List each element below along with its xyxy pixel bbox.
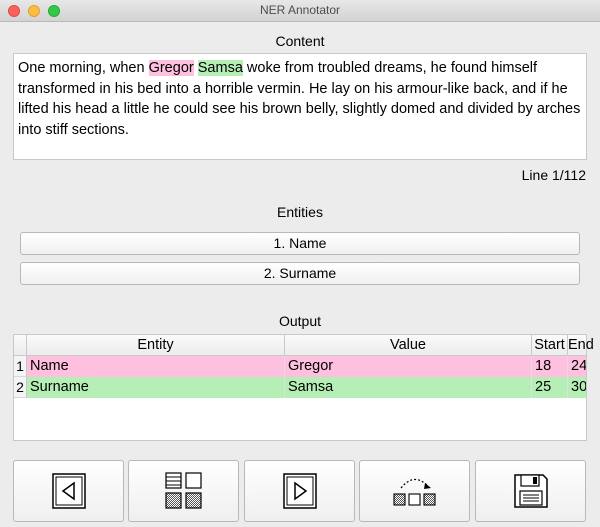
next-icon	[282, 473, 317, 509]
output-table: Entity Value Start End 1 Name Gregor 18 …	[13, 334, 594, 441]
app-window: NER Annotator Content One morning, when …	[0, 0, 600, 527]
table-row[interactable]: 1 Name Gregor 18 24	[14, 356, 586, 377]
entity-button-surname[interactable]: 2. Surname	[20, 262, 580, 285]
cell-end: 24	[568, 356, 586, 377]
cell-start: 18	[532, 356, 568, 377]
column-header-end[interactable]: End	[568, 335, 594, 356]
line-status: Line 1/112	[521, 167, 586, 183]
cell-value: Gregor	[285, 356, 532, 377]
table-header: Entity Value Start End	[14, 335, 594, 356]
header-corner	[14, 335, 27, 356]
cell-end: 30	[568, 377, 586, 398]
column-header-entity[interactable]: Entity	[27, 335, 285, 356]
column-header-start[interactable]: Start	[532, 335, 568, 356]
column-header-value[interactable]: Value	[285, 335, 532, 356]
next-button[interactable]	[244, 460, 355, 522]
entities-label: Entities	[277, 204, 323, 220]
highlight-name-entity: Gregor	[148, 60, 194, 76]
cell-entity: Name	[27, 356, 285, 377]
grid-view-button[interactable]	[128, 460, 239, 522]
grid-view-icon	[164, 472, 202, 509]
shift-icon	[392, 478, 436, 506]
content-text-before: One morning, when	[18, 60, 149, 76]
cell-value: Samsa	[285, 377, 532, 398]
output-label: Output	[278, 313, 322, 329]
title-bar: NER Annotator	[0, 0, 600, 22]
row-number: 1	[14, 356, 27, 377]
cell-start: 25	[532, 377, 568, 398]
cell-entity: Surname	[27, 377, 285, 398]
table-row[interactable]: 2 Surname Samsa 25 30	[14, 377, 586, 398]
previous-button[interactable]	[13, 460, 124, 522]
previous-icon	[51, 473, 86, 509]
content-text-area[interactable]: One morning, when Gregor Samsa woke from…	[13, 53, 587, 160]
row-number: 2	[14, 377, 27, 398]
save-icon	[513, 474, 548, 508]
content-label: Content	[275, 33, 325, 49]
shift-button[interactable]	[359, 460, 470, 522]
window-title: NER Annotator	[259, 3, 341, 17]
entity-button-name[interactable]: 1. Name	[20, 232, 580, 255]
highlight-surname-entity: Samsa	[197, 60, 243, 76]
save-button[interactable]	[475, 460, 586, 522]
